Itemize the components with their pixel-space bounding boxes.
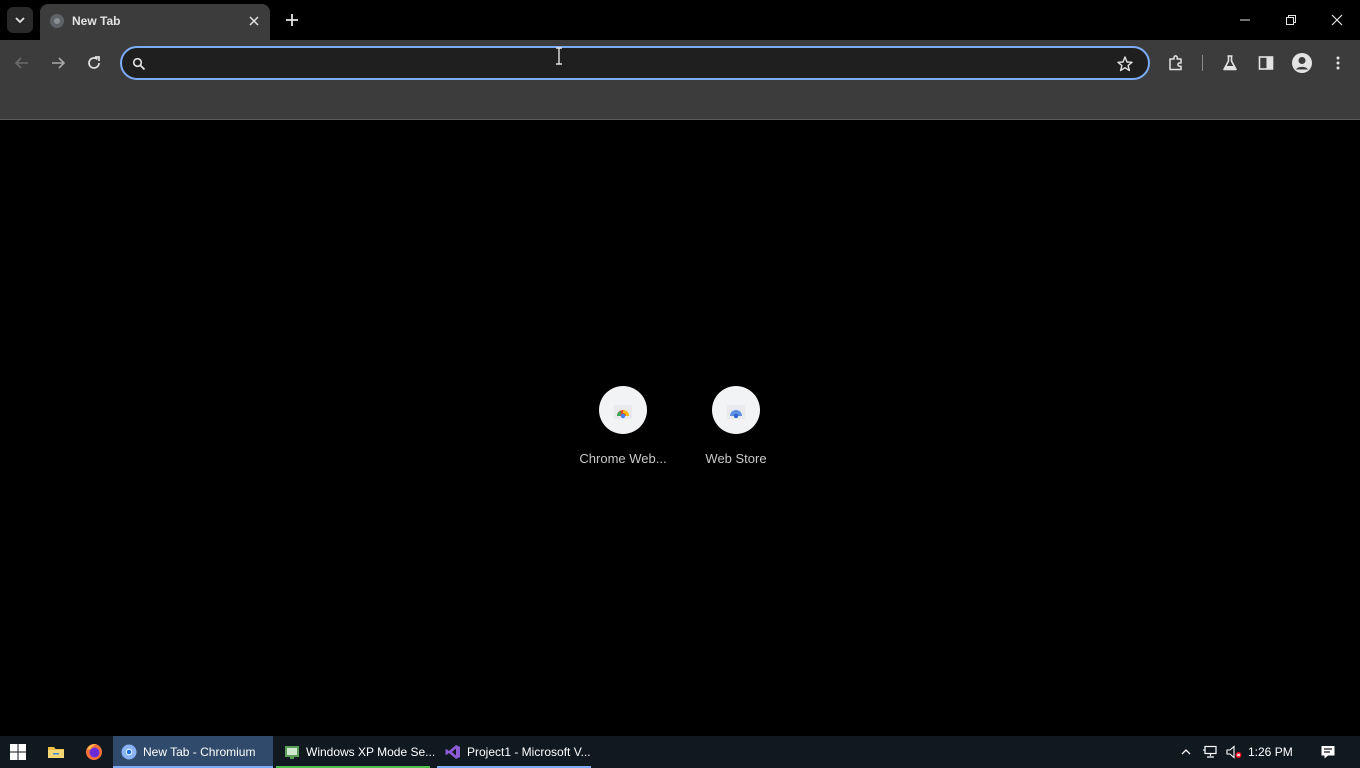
taskbar-app-label: Windows XP Mode Se...: [306, 745, 436, 759]
taskbar-app-label: Project1 - Microsoft V...: [467, 745, 591, 759]
address-input[interactable]: [154, 54, 1104, 74]
windows-xp-mode-icon: [285, 746, 299, 759]
labs-button[interactable]: [1216, 49, 1244, 77]
close-window-button[interactable]: [1314, 0, 1360, 40]
search-icon: [132, 57, 146, 71]
firefox-button[interactable]: [76, 736, 112, 768]
taskbar-app-windows-xp-mode[interactable]: Windows XP Mode Se...: [276, 736, 435, 768]
show-hidden-icons-button[interactable]: [1176, 736, 1196, 768]
start-button[interactable]: [0, 736, 36, 768]
taskbar-app-visual-studio[interactable]: Project1 - Microsoft V...: [437, 736, 591, 768]
side-panel-button[interactable]: [1252, 49, 1280, 77]
taskbar-app-chromium[interactable]: New Tab - Chromium: [113, 736, 273, 768]
web-store-icon: [727, 405, 745, 419]
shortcut-chrome-web-store[interactable]: Chrome Web...: [567, 386, 679, 476]
visual-studio-icon: [445, 745, 460, 759]
back-button[interactable]: [8, 49, 36, 77]
tab-title: New Tab: [72, 14, 121, 28]
tab-close-button[interactable]: [246, 13, 262, 29]
extensions-button[interactable]: [1162, 49, 1190, 77]
restore-icon: [1286, 15, 1296, 25]
globe-icon: [50, 14, 64, 28]
close-icon: [1331, 14, 1343, 26]
new-tab-page: Chrome Web... Web Store: [0, 121, 1360, 736]
profile-button[interactable]: [1288, 49, 1316, 77]
tab-new-tab[interactable]: New Tab: [40, 4, 270, 40]
shortcut-tile: [599, 386, 647, 434]
firefox-icon: [86, 744, 102, 760]
windows-logo-icon: [10, 744, 26, 760]
plus-icon: [286, 14, 298, 26]
chevron-up-icon: [1181, 749, 1191, 755]
text-cursor-icon: [556, 47, 562, 65]
shortcut-label: Chrome Web...: [579, 451, 667, 466]
tab-search-button[interactable]: [7, 7, 33, 33]
more-vertical-icon: [1336, 56, 1340, 70]
taskbar: New Tab - Chromium Windows XP Mode Se...…: [0, 736, 1360, 768]
bookmark-star-icon[interactable]: [1116, 55, 1134, 73]
file-explorer-button[interactable]: [38, 736, 74, 768]
avatar-icon: [1292, 53, 1312, 73]
folder-icon: [48, 747, 64, 758]
browser-toolbar: [0, 40, 1360, 86]
side-panel-icon: [1258, 56, 1274, 70]
minimize-icon: [1240, 19, 1250, 21]
forward-button[interactable]: [44, 49, 72, 77]
toolbar-divider: [1202, 55, 1203, 71]
bookmarks-bar: [0, 86, 1360, 120]
menu-button[interactable]: [1324, 49, 1352, 77]
volume-muted-icon: [1226, 745, 1242, 759]
reload-button[interactable]: [80, 49, 108, 77]
taskbar-clock[interactable]: 1:26 PM: [1248, 745, 1293, 759]
chromium-icon: [121, 744, 137, 760]
taskbar-app-label: New Tab - Chromium: [143, 745, 256, 759]
close-icon: [249, 16, 259, 26]
action-center-button[interactable]: [1314, 736, 1342, 768]
volume-button[interactable]: [1222, 736, 1246, 768]
minimize-button[interactable]: [1222, 0, 1268, 40]
shortcut-label: Web Store: [705, 451, 767, 466]
arrow-right-icon: [52, 57, 66, 69]
restore-button[interactable]: [1268, 0, 1314, 40]
new-tab-button[interactable]: [281, 9, 303, 31]
shortcut-web-store[interactable]: Web Store: [680, 386, 792, 476]
chrome-web-store-icon: [614, 405, 632, 419]
arrow-left-icon: [14, 57, 28, 69]
flask-icon: [1223, 55, 1237, 71]
notification-icon: [1321, 746, 1335, 759]
reload-icon: [88, 56, 100, 69]
puzzle-piece-icon: [1169, 55, 1182, 71]
chevron-down-icon: [15, 17, 25, 24]
browser-titlebar: New Tab: [0, 0, 1360, 40]
address-bar[interactable]: [120, 46, 1150, 80]
network-icon: [1203, 745, 1217, 758]
shortcut-tile: [712, 386, 760, 434]
network-button[interactable]: [1198, 736, 1222, 768]
